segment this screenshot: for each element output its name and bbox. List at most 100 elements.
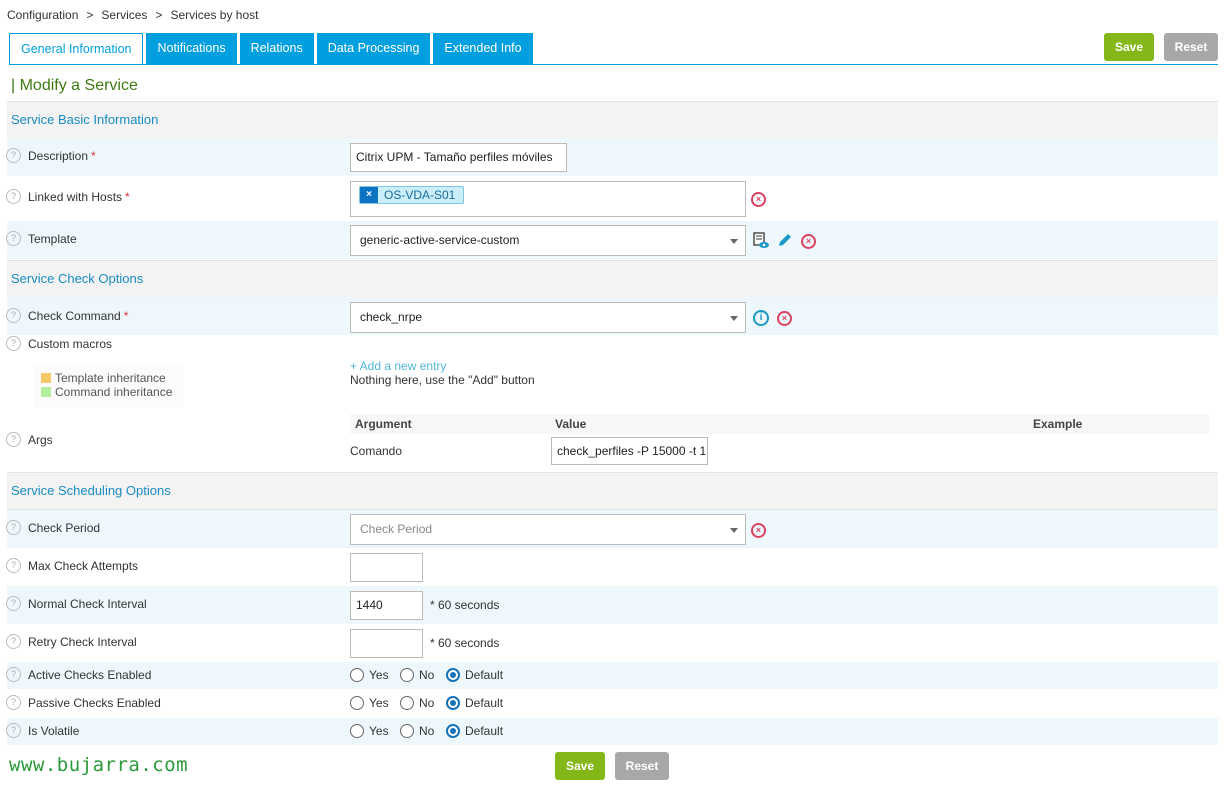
breadcrumb-item-services-by-host[interactable]: Services by host [170,8,258,22]
chevron-down-icon [730,315,738,321]
passive-checks-label: ? Passive Checks Enabled [6,695,161,710]
view-template-icon[interactable] [753,232,770,249]
section-check-options: Service Check Options [7,260,1218,298]
help-icon[interactable]: ? [6,596,21,611]
is-volatile-yes[interactable]: Yes [350,724,389,738]
edit-pencil-icon[interactable] [777,232,793,248]
check-command-select[interactable]: check_nrpe [350,302,746,333]
is-volatile-default[interactable]: Default [446,724,503,738]
description-label: ? Description * [6,148,96,163]
watermark-logo: www.bujarra.com [9,754,189,776]
clear-period-icon[interactable]: × [751,523,766,538]
normal-check-interval-label: ? Normal Check Interval [6,596,147,611]
radio-button[interactable] [350,668,364,682]
check-period-label: ? Check Period [6,520,100,535]
tab-general-information[interactable]: General Information [9,33,144,65]
arg-value-input[interactable]: check_perfiles -P 15000 -t 1 [551,437,708,465]
reset-button-top[interactable]: Reset [1164,33,1218,61]
args-header-example: Example [1033,417,1083,431]
radio-button[interactable] [350,696,364,710]
row-active-checks [7,662,1218,689]
linked-hosts-field[interactable]: × OS-VDA-S01 [350,181,746,217]
is-volatile-no[interactable]: No [400,724,434,738]
tab-data-processing[interactable]: Data Processing [316,33,431,64]
help-icon[interactable]: ? [6,634,21,649]
breadcrumb: Configuration > Services > Services by host [7,8,258,22]
radio-button[interactable] [400,668,414,682]
passive-checks-no[interactable]: No [400,696,434,710]
check-period-select[interactable]: Check Period [350,514,746,545]
active-checks-default[interactable]: Default [446,668,503,682]
legend-swatch [41,373,51,383]
args-header-value: Value [555,417,587,431]
breadcrumb-item-services[interactable]: Services [101,8,147,22]
reset-button-bottom[interactable]: Reset [615,752,669,780]
custom-macros-label: ? Custom macros [6,336,112,351]
passive-checks-default[interactable]: Default [446,696,503,710]
tab-bar: General Information Notifications Relati… [9,33,536,65]
description-input[interactable]: Citrix UPM - Tamaño perfiles móviles [350,143,567,172]
breadcrumb-item-configuration[interactable]: Configuration [7,8,78,22]
arg-name: Comando [350,444,403,458]
info-icon[interactable]: i [753,310,769,326]
radio-button[interactable] [400,724,414,738]
save-button-bottom[interactable]: Save [555,752,605,780]
breadcrumb-separator: > [155,8,163,22]
help-icon[interactable]: ? [6,723,21,738]
radio-button[interactable] [400,696,414,710]
linked-hosts-label: ? Linked with Hosts * [6,189,130,204]
section-basic-information: Service Basic Information [7,101,1218,139]
host-tag-label: OS-VDA-S01 [384,188,456,202]
help-icon[interactable]: ? [6,336,21,351]
macros-empty-text: Nothing here, use the "Add" button [350,373,535,387]
tab-notifications[interactable]: Notifications [146,33,237,64]
radio-button[interactable] [350,724,364,738]
tab-relations[interactable]: Relations [239,33,314,64]
save-button-top[interactable]: Save [1104,33,1154,61]
legend-swatch [41,387,51,397]
row-description [7,138,1218,176]
max-check-attempts-input[interactable] [350,553,423,582]
is-volatile-label: ? Is Volatile [6,723,79,738]
clear-command-icon[interactable]: × [777,311,792,326]
row-passive-checks [7,690,1218,717]
help-icon[interactable]: ? [6,308,21,323]
max-check-attempts-label: ? Max Check Attempts [6,558,138,573]
tab-extended-info[interactable]: Extended Info [433,33,533,64]
radio-button-selected[interactable] [446,696,460,710]
page-title: | Modify a Service [11,77,138,94]
breadcrumb-separator: > [86,8,94,22]
tab-underline [9,64,1218,65]
help-icon[interactable]: ? [6,432,21,447]
chevron-down-icon [730,238,738,244]
remove-tag-icon[interactable]: × [360,187,378,203]
retry-check-interval-input[interactable] [350,629,423,658]
radio-button-selected[interactable] [446,724,460,738]
active-checks-no[interactable]: No [400,668,434,682]
help-icon[interactable]: ? [6,520,21,535]
active-checks-label: ? Active Checks Enabled [6,667,151,682]
template-label: ? Template [6,231,77,246]
host-tag: × OS-VDA-S01 [359,186,464,204]
help-icon[interactable]: ? [6,695,21,710]
section-title: Service Scheduling Options [11,483,171,498]
normal-interval-unit: * 60 seconds [430,598,500,612]
help-icon[interactable]: ? [6,231,21,246]
help-icon[interactable]: ? [6,148,21,163]
template-select[interactable]: generic-active-service-custom [350,225,746,256]
check-command-label: ? Check Command * [6,308,128,323]
add-entry-link[interactable]: + Add a new entry [350,359,446,373]
template-value: generic-active-service-custom [360,233,520,247]
active-checks-yes[interactable]: Yes [350,668,389,682]
clear-template-icon[interactable]: × [801,234,816,249]
passive-checks-yes[interactable]: Yes [350,696,389,710]
help-icon[interactable]: ? [6,667,21,682]
radio-button-selected[interactable] [446,668,460,682]
row-normal-interval [7,586,1218,624]
section-scheduling-options: Service Scheduling Options [7,472,1218,510]
help-icon[interactable]: ? [6,189,21,204]
row-is-volatile [7,718,1218,745]
normal-check-interval-input[interactable]: 1440 [350,591,423,620]
help-icon[interactable]: ? [6,558,21,573]
clear-hosts-icon[interactable]: × [751,192,766,207]
